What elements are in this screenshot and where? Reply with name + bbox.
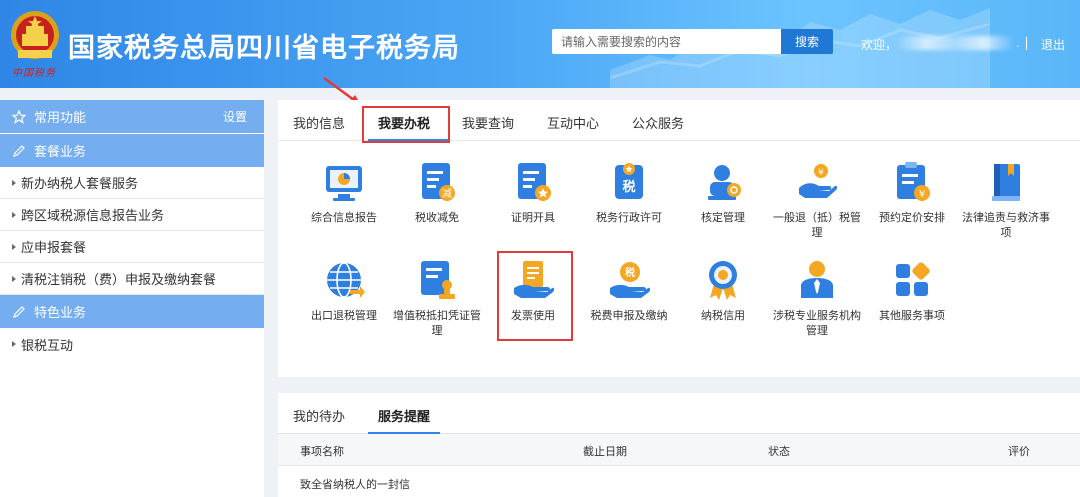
person-tie-icon (801, 261, 833, 298)
document-star-icon (518, 163, 551, 201)
highlight-box (362, 106, 450, 143)
monitor-chart-icon (326, 166, 362, 201)
hand-coin-icon: ¥ (799, 164, 838, 198)
service-panel: 我的信息 我要办税 我要查询 互动中心 公众服务 综合信息报告 减 税收减免 证… (278, 100, 1080, 377)
svg-text:¥: ¥ (818, 168, 824, 178)
document-reduction-icon: 减 (422, 163, 455, 201)
sidebar-settings-link[interactable]: 设置 (223, 108, 247, 125)
national-emblem-icon (11, 11, 59, 59)
tile-certificate[interactable]: 证明开具 (485, 160, 581, 225)
tab-query[interactable]: 我要查询 (462, 113, 514, 132)
triangle-right-icon (12, 179, 16, 186)
triangle-right-icon (12, 341, 16, 347)
sidebar-item-cross-region[interactable]: 跨区域税源信息报告业务 (0, 199, 264, 231)
person-badge-icon (708, 165, 741, 200)
triangle-right-icon (12, 211, 16, 218)
tile-info-report[interactable]: 综合信息报告 (296, 160, 392, 225)
tile-other-services[interactable]: 其他服务事项 (864, 258, 960, 323)
logout-link[interactable]: 退出 (1041, 36, 1065, 53)
sidebar-common-header[interactable]: 常用功能 设置 (0, 100, 264, 133)
column-rating: 评价 (1008, 445, 1030, 458)
sidebar-item-deregistration[interactable]: 清税注销税（费）申报及缴纳套餐 (0, 263, 264, 295)
sidebar-item-declaration[interactable]: 应申报套餐 (0, 231, 264, 263)
search-button[interactable]: 搜索 (781, 29, 833, 54)
tile-legal-remedy[interactable]: 法律追责与救济事项 (958, 160, 1054, 240)
hand-tax-coin-icon: 税 (610, 262, 651, 298)
welcome-text: 欢迎， (861, 38, 898, 52)
todo-panel: 我的待办 服务提醒 事项名称 截止日期 状态 评价 致全省纳税人的一封信 (278, 393, 1080, 497)
name-dot: . (1016, 36, 1020, 50)
seal-text: 中国税务 (12, 68, 56, 79)
search-input[interactable] (552, 29, 781, 54)
tile-vat-voucher[interactable]: 增值税抵扣凭证管理 (389, 258, 485, 338)
tab-public-service[interactable]: 公众服务 (632, 113, 684, 132)
sidebar-special-label: 特色业务 (34, 306, 87, 321)
tax-license-icon: 税 (615, 163, 643, 199)
table-row[interactable]: 致全省纳税人的一封信 (300, 476, 410, 492)
svg-text:税: 税 (622, 179, 635, 195)
column-status: 状态 (768, 445, 790, 458)
tile-admin-license[interactable]: 税 税务行政许可 (581, 160, 677, 225)
tile-assessment[interactable]: 核定管理 (675, 160, 771, 225)
user-name-blurred (896, 36, 1014, 50)
tab-my-todo[interactable]: 我的待办 (293, 406, 345, 425)
sidebar-special-header[interactable]: 特色业务 (0, 295, 264, 328)
document-stamp-icon (421, 261, 455, 299)
sidebar-package-label: 套餐业务 (34, 145, 87, 160)
site-title: 国家税务总局四川省电子税务局 (68, 33, 460, 64)
sidebar-item-new-taxpayer[interactable]: 新办纳税人套餐服务 (0, 167, 264, 199)
triangle-right-icon (12, 243, 16, 250)
tab-service-reminder[interactable]: 服务提醒 (378, 406, 430, 425)
table-header: 事项名称 截止日期 状态 评价 (278, 434, 1080, 466)
tab-my-info[interactable]: 我的信息 (293, 113, 345, 132)
grid-apps-icon (896, 262, 930, 296)
sidebar-package-header[interactable]: 套餐业务 (0, 134, 264, 167)
tile-tax-declaration[interactable]: 税 税费申报及缴纳 (581, 258, 677, 323)
svg-text:¥: ¥ (919, 189, 925, 200)
tile-tax-reduction[interactable]: 减 税收减免 (389, 160, 485, 225)
highlight-box (497, 251, 573, 341)
clipboard-icon: ¥ (897, 162, 930, 201)
column-deadline: 截止日期 (583, 445, 627, 458)
pencil-icon (12, 305, 28, 319)
star-icon (12, 109, 28, 124)
tile-tax-credit[interactable]: 纳税信用 (675, 258, 771, 323)
pencil-icon (12, 144, 28, 158)
medal-icon (709, 261, 737, 300)
tile-export-refund[interactable]: 出口退税管理 (296, 258, 392, 323)
triangle-right-icon (12, 275, 16, 282)
sidebar: 常用功能 设置 套餐业务 新办纳税人套餐服务 跨区域税源信息报告业务 应申报套餐… (0, 100, 264, 497)
svg-text:税: 税 (625, 266, 635, 279)
bottom-tabs: 我的待办 服务提醒 (278, 393, 1080, 434)
tile-general-refund[interactable]: ¥ 一般退（抵）税管理 (769, 160, 865, 240)
column-item-name: 事项名称 (300, 445, 344, 458)
site-header: 中国税务 国家税务总局四川省电子税务局 搜索 欢迎， . 退出 (0, 0, 1080, 88)
header-divider (1026, 37, 1027, 50)
tile-professional-service[interactable]: 涉税专业服务机构管理 (769, 258, 865, 338)
sidebar-common-label: 常用功能 (34, 111, 87, 126)
svg-text:减: 减 (442, 188, 452, 200)
sidebar-item-bank-tax[interactable]: 银税互动 (0, 328, 264, 360)
book-icon (992, 164, 1020, 201)
globe-icon (327, 262, 365, 298)
tile-pricing-arrangement[interactable]: ¥ 预约定价安排 (864, 160, 960, 225)
tab-interaction[interactable]: 互动中心 (547, 113, 599, 132)
